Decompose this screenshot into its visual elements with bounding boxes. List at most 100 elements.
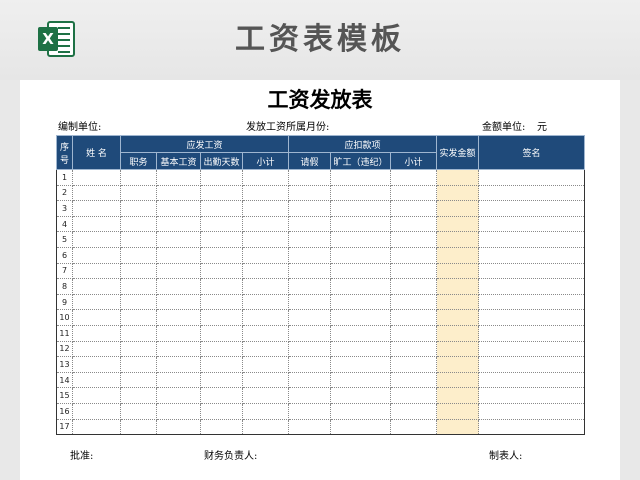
table-cell[interactable] <box>330 246 392 264</box>
table-cell[interactable] <box>241 309 290 326</box>
table-cell[interactable] <box>72 184 121 202</box>
table-cell[interactable] <box>478 371 586 389</box>
table-cell[interactable] <box>200 278 243 295</box>
table-cell[interactable] <box>241 169 290 186</box>
table-cell[interactable] <box>200 387 243 404</box>
table-cell[interactable] <box>200 324 243 342</box>
table-cell[interactable] <box>478 356 586 373</box>
table-cell[interactable] <box>390 246 438 264</box>
table-cell[interactable] <box>120 356 157 373</box>
table-cell[interactable] <box>72 169 121 186</box>
table-cell[interactable] <box>436 262 480 280</box>
table-cell[interactable] <box>241 200 290 217</box>
table-cell[interactable] <box>156 293 201 311</box>
table-cell[interactable] <box>288 324 332 342</box>
table-cell[interactable] <box>72 246 121 264</box>
table-cell[interactable] <box>390 293 438 311</box>
table-cell[interactable] <box>120 200 157 217</box>
table-cell[interactable] <box>436 340 480 358</box>
table-cell[interactable] <box>156 231 201 248</box>
table-cell[interactable] <box>390 371 438 389</box>
table-cell[interactable] <box>200 169 243 186</box>
table-cell[interactable] <box>241 340 290 358</box>
table-cell[interactable] <box>330 200 392 217</box>
table-cell[interactable] <box>200 231 243 248</box>
table-cell[interactable] <box>390 387 438 404</box>
table-cell[interactable] <box>330 418 392 436</box>
table-cell[interactable] <box>390 215 438 233</box>
table-cell[interactable] <box>478 418 586 436</box>
table-cell[interactable] <box>330 278 392 295</box>
table-cell[interactable] <box>390 418 438 436</box>
table-cell[interactable] <box>72 215 121 233</box>
table-cell[interactable] <box>241 418 290 436</box>
table-cell[interactable] <box>120 231 157 248</box>
table-cell[interactable] <box>241 371 290 389</box>
table-cell[interactable] <box>156 184 201 202</box>
table-cell[interactable] <box>436 278 480 295</box>
table-cell[interactable] <box>436 246 480 264</box>
table-cell[interactable] <box>478 169 586 186</box>
table-cell[interactable] <box>288 340 332 358</box>
table-cell[interactable] <box>390 184 438 202</box>
table-cell[interactable] <box>436 293 480 311</box>
table-cell[interactable] <box>200 340 243 358</box>
table-cell[interactable] <box>156 309 201 326</box>
table-cell[interactable] <box>436 184 480 202</box>
table-cell[interactable] <box>390 340 438 358</box>
table-cell[interactable] <box>241 278 290 295</box>
table-cell[interactable] <box>156 387 201 404</box>
table-cell[interactable] <box>120 262 157 280</box>
table-cell[interactable] <box>390 402 438 420</box>
table-cell[interactable] <box>288 215 332 233</box>
table-cell[interactable] <box>478 262 586 280</box>
table-cell[interactable] <box>241 246 290 264</box>
table-cell[interactable] <box>72 231 121 248</box>
table-cell[interactable] <box>241 324 290 342</box>
table-cell[interactable] <box>330 340 392 358</box>
table-cell[interactable] <box>200 402 243 420</box>
table-cell[interactable] <box>241 356 290 373</box>
table-cell[interactable] <box>120 371 157 389</box>
table-cell[interactable] <box>330 356 392 373</box>
table-cell[interactable] <box>156 356 201 373</box>
table-cell[interactable] <box>478 200 586 217</box>
table-cell[interactable] <box>288 231 332 248</box>
table-cell[interactable] <box>436 371 480 389</box>
table-cell[interactable] <box>200 215 243 233</box>
table-cell[interactable] <box>120 340 157 358</box>
table-cell[interactable] <box>330 371 392 389</box>
table-cell[interactable] <box>330 262 392 280</box>
table-cell[interactable] <box>288 169 332 186</box>
table-cell[interactable] <box>436 309 480 326</box>
table-cell[interactable] <box>436 402 480 420</box>
table-cell[interactable] <box>120 418 157 436</box>
table-cell[interactable] <box>156 169 201 186</box>
table-cell[interactable] <box>436 231 480 248</box>
table-cell[interactable] <box>156 200 201 217</box>
table-cell[interactable] <box>200 262 243 280</box>
table-cell[interactable] <box>436 356 480 373</box>
table-cell[interactable] <box>200 309 243 326</box>
table-cell[interactable] <box>72 402 121 420</box>
table-cell[interactable] <box>72 200 121 217</box>
table-cell[interactable] <box>390 356 438 373</box>
table-cell[interactable] <box>478 324 586 342</box>
table-cell[interactable] <box>156 402 201 420</box>
table-cell[interactable] <box>288 309 332 326</box>
table-cell[interactable] <box>72 418 121 436</box>
table-cell[interactable] <box>330 293 392 311</box>
table-cell[interactable] <box>288 184 332 202</box>
table-cell[interactable] <box>120 387 157 404</box>
table-cell[interactable] <box>72 324 121 342</box>
table-cell[interactable] <box>436 215 480 233</box>
table-cell[interactable] <box>436 200 480 217</box>
table-cell[interactable] <box>478 402 586 420</box>
table-cell[interactable] <box>478 184 586 202</box>
table-cell[interactable] <box>200 356 243 373</box>
table-cell[interactable] <box>330 231 392 248</box>
table-cell[interactable] <box>120 215 157 233</box>
table-cell[interactable] <box>72 278 121 295</box>
table-cell[interactable] <box>288 387 332 404</box>
table-cell[interactable] <box>120 293 157 311</box>
